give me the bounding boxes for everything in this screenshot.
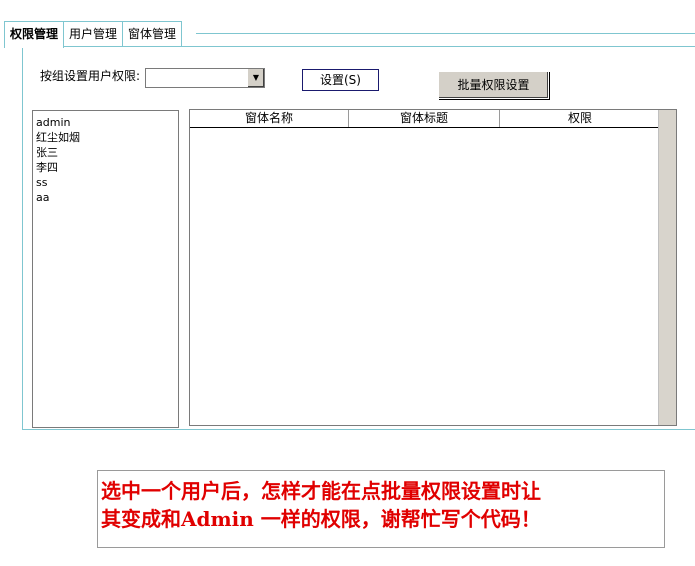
batch-permission-button[interactable]: 批量权限设置 [438,71,549,99]
tab-permission-management[interactable]: 权限管理 [4,21,65,48]
tab-strip: 权限管理 用户管理 窗体管理 [4,21,183,48]
column-header-form-title[interactable]: 窗体标题 [349,110,500,127]
user-list[interactable]: admin 红尘如烟 张三 李四 ss aa [32,110,179,428]
permission-grid[interactable]: 窗体名称 窗体标题 权限 [189,109,677,426]
list-item[interactable]: 张三 [36,145,175,160]
list-item[interactable]: ss [36,175,175,190]
column-header-form-name[interactable]: 窗体名称 [190,110,349,127]
group-permission-label: 按组设置用户权限: [40,69,141,83]
note-line-2: 其变成和Admin 一样的权限，谢帮忙写个代码！ [101,507,541,531]
question-note: 选中一个用户后，怎样才能在点批量权限设置时让 其变成和Admin 一样的权限，谢… [97,470,665,548]
column-header-permission[interactable]: 权限 [500,110,660,127]
tab-divider [196,33,695,34]
grid-header: 窗体名称 窗体标题 权限 [190,110,660,128]
dropdown-arrow-icon[interactable]: ▼ [247,69,264,87]
tab-form-management[interactable]: 窗体管理 [122,21,183,47]
vertical-scrollbar[interactable] [658,110,676,425]
set-button[interactable]: 设置(S) [302,69,379,91]
list-item[interactable]: 红尘如烟 [36,130,175,145]
list-item[interactable]: aa [36,190,175,205]
list-item[interactable]: 李四 [36,160,175,175]
group-combo[interactable]: ▼ [145,68,265,88]
list-item[interactable]: admin [36,115,175,130]
note-line-1: 选中一个用户后，怎样才能在点批量权限设置时让 [101,479,541,503]
tab-user-management[interactable]: 用户管理 [63,21,124,47]
